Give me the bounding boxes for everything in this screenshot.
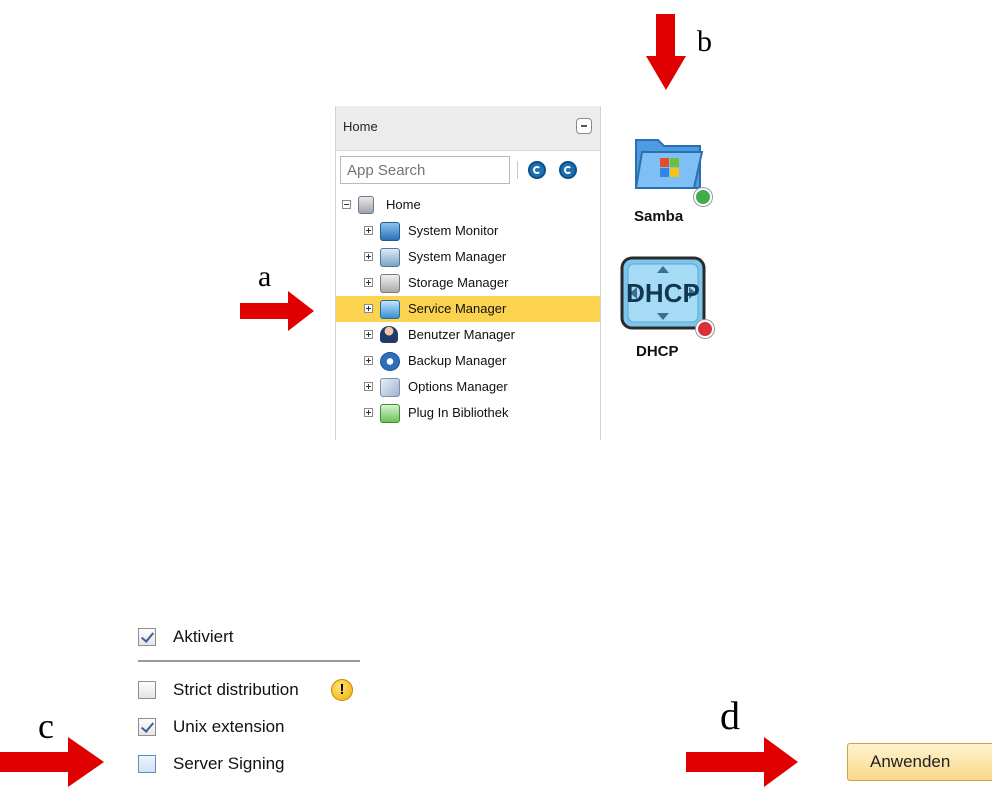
- tree-item-storage-manager[interactable]: Storage Manager: [336, 270, 600, 296]
- expand-icon[interactable]: [364, 226, 373, 235]
- annotation-a: a: [258, 260, 272, 293]
- refresh-icon[interactable]: [528, 161, 546, 179]
- backup-icon: [380, 352, 400, 371]
- monitor-icon: [380, 222, 400, 241]
- tree-item-plug-in-bibliothek[interactable]: Plug In Bibliothek: [336, 400, 600, 426]
- tree-item-label: System Manager: [408, 249, 507, 264]
- dhcp-label: DHCP: [636, 343, 679, 360]
- expand-icon[interactable]: [364, 330, 373, 339]
- expand-icon[interactable]: [364, 382, 373, 391]
- server-signing-checkbox[interactable]: [138, 755, 156, 773]
- tree-item-label: Home: [386, 197, 421, 212]
- storage-icon: [380, 274, 400, 293]
- unix-extension-label: Unix extension: [173, 717, 285, 736]
- expand-icon[interactable]: [364, 408, 373, 417]
- plugin-icon: [380, 404, 400, 423]
- tree-item-label: Service Manager: [408, 301, 507, 316]
- tree-item-backup-manager[interactable]: Backup Manager: [336, 348, 600, 374]
- annotation-c: c: [38, 706, 54, 746]
- computer-icon: [358, 196, 374, 214]
- unix-extension-checkbox[interactable]: [138, 718, 156, 736]
- status-ok-icon: [694, 188, 712, 206]
- strict-distribution-label: Strict distribution: [173, 680, 299, 699]
- annotation-d: d: [720, 693, 740, 738]
- aktiviert-checkbox[interactable]: [138, 628, 156, 646]
- warning-icon: !: [331, 679, 353, 701]
- status-error-icon: [696, 320, 714, 338]
- tree-item-benutzer-manager[interactable]: Benutzer Manager: [336, 322, 600, 348]
- tree-item-label: Plug In Bibliothek: [408, 405, 509, 420]
- tree-item-label: Backup Manager: [408, 353, 507, 368]
- user-icon: [380, 326, 398, 343]
- service-tile-samba[interactable]: Samba: [630, 128, 720, 228]
- panel-header: Home: [336, 106, 600, 151]
- collapse-panel-button[interactable]: [576, 118, 592, 134]
- expand-icon[interactable]: [364, 356, 373, 365]
- expand-icon[interactable]: [364, 304, 373, 313]
- service-tile-dhcp[interactable]: DHCP DHCP: [620, 256, 720, 366]
- tree-item-system-manager[interactable]: System Manager: [336, 244, 600, 270]
- search-separator: [517, 161, 518, 179]
- tree-item-label: Benutzer Manager: [408, 327, 515, 342]
- apply-button[interactable]: Anwenden: [847, 743, 992, 781]
- server-signing-label: Server Signing: [173, 754, 285, 773]
- samba-folder-icon: [634, 139, 704, 189]
- panel-title: Home: [343, 119, 378, 134]
- options-icon: [380, 378, 400, 397]
- strict-distribution-checkbox[interactable]: [138, 681, 156, 699]
- tree-item-label: System Monitor: [408, 223, 499, 238]
- collapse-icon[interactable]: [342, 200, 351, 209]
- tree-item-label: Storage Manager: [408, 275, 509, 290]
- expand-icon[interactable]: [364, 252, 373, 261]
- tree-item-service-manager[interactable]: Service Manager: [336, 296, 600, 322]
- service-icon: [380, 300, 400, 319]
- annotation-b: b: [697, 25, 712, 58]
- aktiviert-label: Aktiviert: [173, 627, 234, 646]
- reload-icon[interactable]: [559, 161, 577, 179]
- tree-item-home[interactable]: Home: [336, 192, 600, 218]
- tree-item-options-manager[interactable]: Options Manager: [336, 374, 600, 400]
- app-search-input[interactable]: [340, 156, 510, 184]
- dhcp-icon: DHCP: [620, 256, 706, 330]
- navigation-panel: Home Home System Monitor System Manager …: [335, 106, 601, 440]
- svg-text:DHCP: DHCP: [626, 278, 700, 308]
- tree-item-system-monitor[interactable]: System Monitor: [336, 218, 600, 244]
- system-manager-icon: [380, 248, 400, 267]
- samba-label: Samba: [634, 208, 684, 225]
- tree-item-label: Options Manager: [408, 379, 508, 394]
- divider: [138, 660, 360, 662]
- expand-icon[interactable]: [364, 278, 373, 287]
